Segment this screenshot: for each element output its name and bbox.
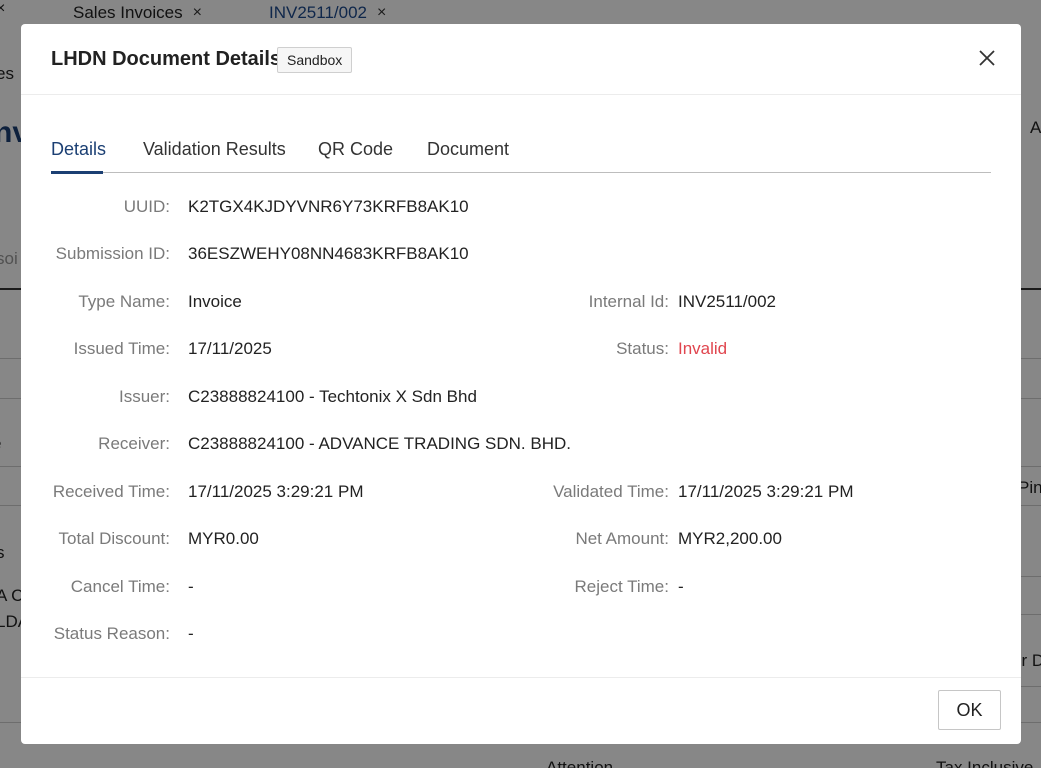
field-separator: : xyxy=(165,482,170,501)
tab-qr-code[interactable]: QR Code xyxy=(318,139,393,160)
field-value: MYR0.00 xyxy=(188,529,259,548)
field-label: Total Discount xyxy=(58,529,166,548)
tab-validation-results[interactable]: Validation Results xyxy=(143,139,286,160)
tab-document[interactable]: Document xyxy=(427,139,509,160)
field-label: Reject Time xyxy=(574,577,665,596)
field-value: C23888824100 - Techtonix X Sdn Bhd xyxy=(188,387,477,406)
details-tabs: Details Validation Results QR Code Docum… xyxy=(51,134,991,174)
ok-button[interactable]: OK xyxy=(938,690,1001,730)
field-value: Invoice xyxy=(188,292,242,311)
field-separator: : xyxy=(664,482,669,501)
field-value: C23888824100 - ADVANCE TRADING SDN. BHD. xyxy=(188,434,571,453)
field-value: - xyxy=(188,577,194,596)
field-value: 17/11/2025 3:29:21 PM xyxy=(188,482,364,501)
field-label: Submission ID xyxy=(55,244,166,263)
field-label: Internal Id xyxy=(588,292,665,311)
field-separator: : xyxy=(165,624,170,643)
field-label: Net Amount xyxy=(575,529,665,548)
close-button[interactable] xyxy=(977,48,997,68)
field-value: MYR2,200.00 xyxy=(678,529,782,548)
dialog-footer: OK xyxy=(21,677,1021,744)
field-separator: : xyxy=(165,292,170,311)
field-value: - xyxy=(678,577,684,596)
dialog-header: LHDN Document Details Sandbox xyxy=(21,24,1021,95)
field-label: Status Reason xyxy=(53,624,166,643)
field-label: Cancel Time xyxy=(70,577,166,596)
field-label: Type Name xyxy=(78,292,166,311)
field-label: Received Time xyxy=(52,482,166,501)
field-label: Status xyxy=(616,339,665,358)
tab-details[interactable]: Details xyxy=(51,139,106,160)
field-separator: : xyxy=(165,197,170,216)
field-label: Issued Time xyxy=(73,339,166,358)
field-label: Validated Time xyxy=(553,482,665,501)
lhdn-document-details-dialog: LHDN Document Details Sandbox Details Va… xyxy=(21,24,1021,744)
field-label: Receiver xyxy=(98,434,166,453)
field-separator: : xyxy=(165,244,170,263)
field-separator: : xyxy=(664,529,669,548)
field-value: INV2511/002 xyxy=(678,292,776,311)
environment-badge: Sandbox xyxy=(277,47,353,73)
field-separator: : xyxy=(165,339,170,358)
dialog-title: LHDN Document Details xyxy=(51,48,282,70)
field-value: 17/11/2025 xyxy=(188,339,272,358)
field-label: Issuer xyxy=(118,387,166,406)
field-separator: : xyxy=(664,339,669,358)
field-separator: : xyxy=(165,434,170,453)
field-separator: : xyxy=(165,387,170,406)
field-separator: : xyxy=(664,577,669,596)
field-separator: : xyxy=(165,529,170,548)
field-value: K2TGX4KJDYVNR6Y73KRFB8AK10 xyxy=(188,197,469,216)
field-value: 36ESZWEHY08NN4683KRFB8AK10 xyxy=(188,244,469,263)
status-value: Invalid xyxy=(678,339,728,358)
field-separator: : xyxy=(165,577,170,596)
active-tab-indicator xyxy=(51,171,103,174)
field-value: 17/11/2025 3:29:21 PM xyxy=(678,482,854,501)
close-icon xyxy=(979,50,995,66)
field-label: UUID xyxy=(123,197,166,216)
field-separator: : xyxy=(664,292,669,311)
field-value: - xyxy=(188,624,194,643)
